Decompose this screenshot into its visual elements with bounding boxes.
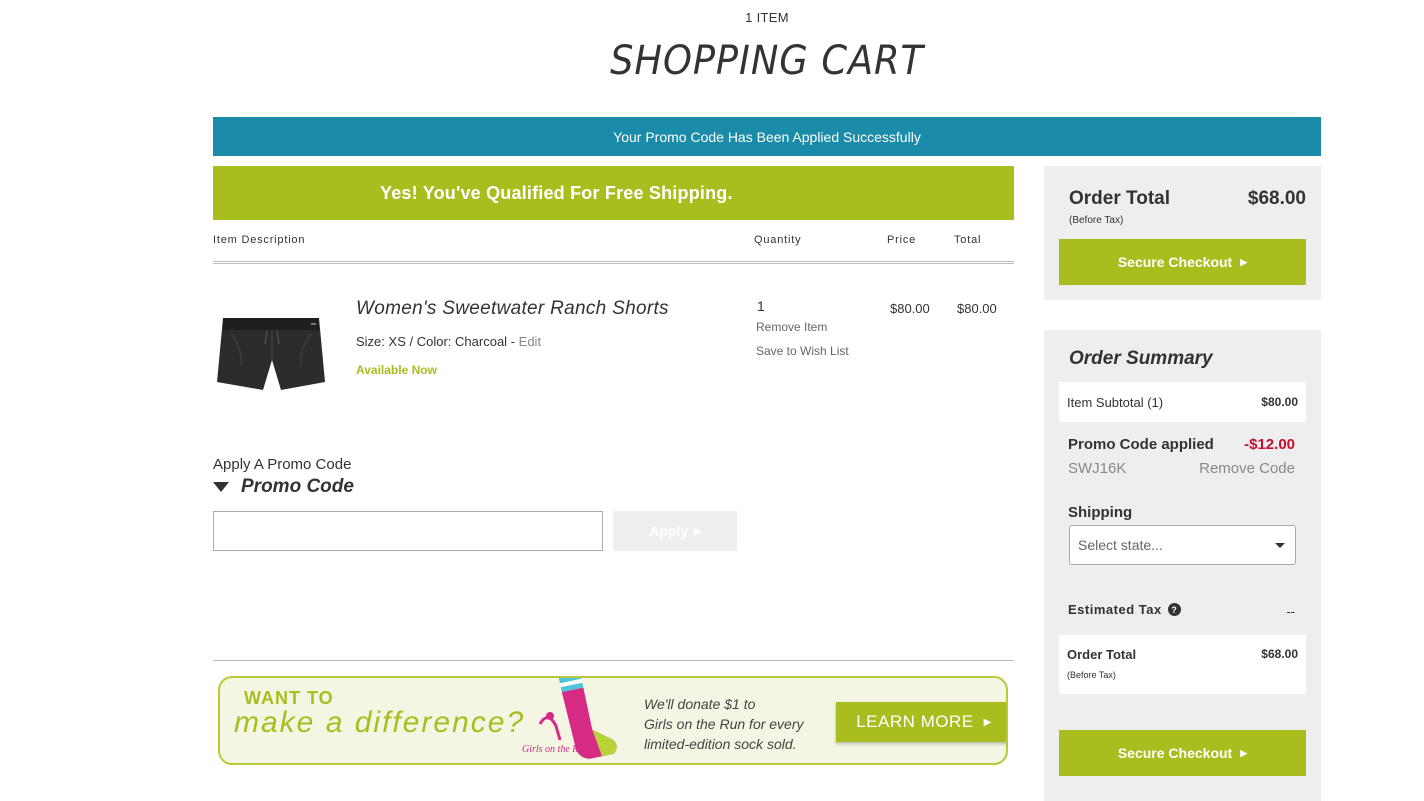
order-total-subtext: (Before Tax) xyxy=(1069,215,1124,226)
learn-more-button[interactable]: LEARN MORE ▶ xyxy=(836,702,1006,742)
summary-total-label: Order Total xyxy=(1067,647,1137,662)
subtotal-amount: $80.00 xyxy=(1261,395,1298,409)
make-difference-heading: make a difference? xyxy=(234,706,526,739)
promo-toggle-label: Promo Code xyxy=(241,476,354,497)
caret-right-icon: ▶ xyxy=(1240,256,1248,267)
sock-illustration: Girls on the Run xyxy=(522,678,617,759)
applied-promo-code: SWJ16K xyxy=(1068,460,1127,477)
donation-text: We'll donate $1 to Girls on the Run for … xyxy=(644,694,834,754)
attr-separator: / xyxy=(409,334,417,349)
color-value: Charcoal xyxy=(455,334,508,349)
state-select[interactable]: Select state... xyxy=(1069,525,1296,565)
product-image[interactable] xyxy=(213,290,331,400)
chevron-down-icon xyxy=(1275,542,1285,548)
donation-promo-banner[interactable]: WANT TO make a difference? Girls on the … xyxy=(218,676,1008,765)
caret-right-icon: ▶ xyxy=(1240,747,1248,758)
page-title: SHOPPING CART xyxy=(610,38,924,84)
quantity-value[interactable]: 1 xyxy=(757,298,765,314)
state-select-value: Select state... xyxy=(1078,537,1163,553)
checkout-label: Secure Checkout xyxy=(1117,745,1233,761)
secure-checkout-button-top[interactable]: Secure Checkout ▶ xyxy=(1059,239,1306,285)
header-divider xyxy=(213,261,1014,264)
promo-discount-amount: -$12.00 xyxy=(1244,436,1295,453)
caret-right-icon: ▶ xyxy=(983,716,992,728)
column-header-price: Price xyxy=(887,234,917,246)
summary-total-amount: $68.00 xyxy=(1261,647,1298,661)
summary-total-row: Order Total (Before Tax) $68.00 xyxy=(1059,635,1306,694)
section-divider xyxy=(213,660,1014,661)
order-summary-title: Order Summary xyxy=(1069,348,1213,369)
promo-applied-label: Promo Code applied xyxy=(1068,436,1214,453)
product-attributes: Size: XS / Color: Charcoal - Edit xyxy=(356,334,541,349)
checkout-label: Secure Checkout xyxy=(1117,254,1233,270)
item-count: 1 ITEM xyxy=(745,10,789,25)
promo-section-label: Apply A Promo Code xyxy=(213,456,352,473)
product-name[interactable]: Women's Sweetwater Ranch Shorts xyxy=(356,298,669,320)
learn-more-label: LEARN MORE xyxy=(856,712,974,731)
availability-status: Available Now xyxy=(356,363,437,377)
size-label: Size: xyxy=(356,334,385,349)
triangle-down-icon xyxy=(213,482,229,492)
donation-text-line1: We'll donate $1 to xyxy=(644,696,756,712)
item-subtotal-row: Item Subtotal (1) $80.00 xyxy=(1059,382,1306,422)
color-label: Color: xyxy=(416,334,452,349)
help-icon[interactable]: ? xyxy=(1167,603,1181,616)
item-price: $80.00 xyxy=(890,301,930,316)
caret-right-icon: ▶ xyxy=(693,525,701,536)
free-shipping-banner: Yes! You've Qualified For Free Shipping. xyxy=(213,166,1014,220)
tax-label-text: Estimated Tax xyxy=(1068,602,1162,617)
shipping-label: Shipping xyxy=(1068,504,1133,521)
promo-code-toggle[interactable]: Promo Code xyxy=(213,476,354,498)
column-header-total: Total xyxy=(954,234,982,246)
column-header-description: Item Description xyxy=(213,234,306,246)
order-summary-panel: Order Summary Item Subtotal (1) $80.00 P… xyxy=(1044,330,1321,801)
item-total: $80.00 xyxy=(957,301,997,316)
edit-item-link[interactable]: Edit xyxy=(519,334,541,349)
secure-checkout-button-bottom[interactable]: Secure Checkout ▶ xyxy=(1059,730,1306,776)
order-total-amount: $68.00 xyxy=(1247,188,1306,209)
save-to-wishlist-link[interactable]: Save to Wish List xyxy=(756,344,849,358)
attr-dash: - xyxy=(510,334,519,349)
promo-code-input[interactable] xyxy=(213,511,603,551)
remove-item-link[interactable]: Remove Item xyxy=(756,320,827,334)
order-total-panel: Order Total (Before Tax) $68.00 Secure C… xyxy=(1044,166,1321,300)
summary-total-subtext: (Before Tax) xyxy=(1067,670,1116,680)
column-header-quantity: Quantity xyxy=(754,234,802,246)
donation-text-line2: Girls on the Run for every xyxy=(644,716,804,732)
size-value: XS xyxy=(388,334,406,349)
order-total-label: Order Total xyxy=(1069,188,1170,209)
estimated-tax-label: Estimated Tax ? xyxy=(1068,602,1181,617)
apply-promo-button[interactable]: Apply ▶ xyxy=(613,511,737,551)
girls-on-the-run-logo-text: Girls on the Run xyxy=(522,744,588,755)
donation-text-line3: limited-edition sock sold. xyxy=(644,736,797,752)
subtotal-label: Item Subtotal (1) xyxy=(1067,394,1164,410)
promo-success-banner: Your Promo Code Has Been Applied Success… xyxy=(213,117,1321,156)
remove-code-link[interactable]: Remove Code xyxy=(1199,460,1295,477)
estimated-tax-value: -- xyxy=(1286,604,1295,619)
apply-label: Apply xyxy=(649,523,688,539)
